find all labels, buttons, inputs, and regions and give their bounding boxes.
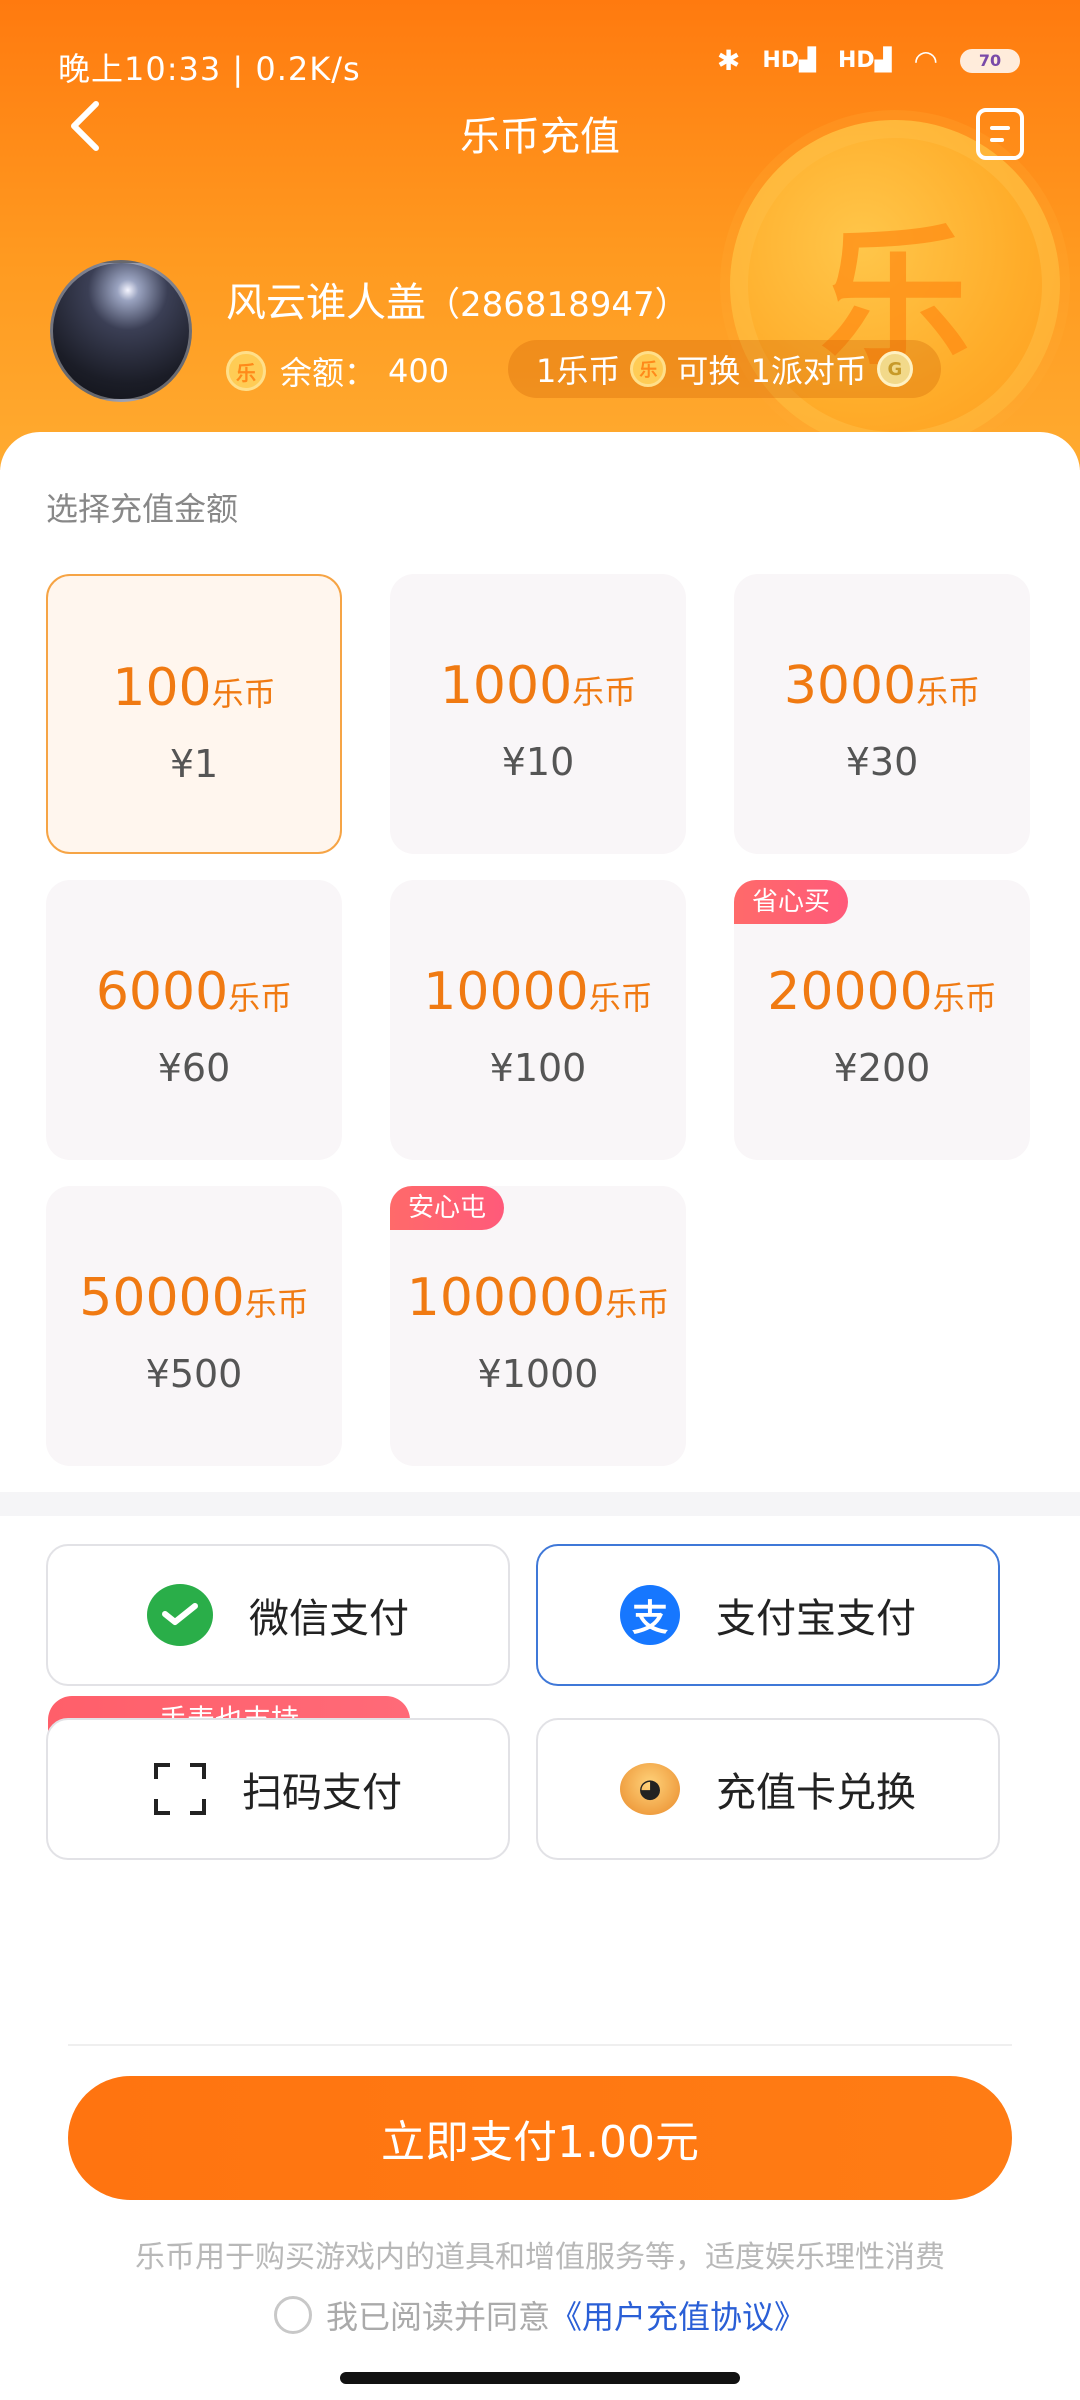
agree-checkbox[interactable] xyxy=(273,2296,312,2334)
exchange-rate-pill: 1乐币 乐 可换 1派对币 G xyxy=(508,340,941,398)
agreement-row: 我已阅读并同意 《用户充值协议》 xyxy=(0,2292,1080,2338)
balance-value: 400 xyxy=(388,352,450,390)
pay-now-button[interactable]: 立即支付1.00元 xyxy=(68,2076,1012,2200)
rate-text-2: 可换 1派对币 xyxy=(676,352,867,390)
bluetooth-icon: ✱ xyxy=(716,44,741,77)
amount-coins: 1000乐币 xyxy=(439,656,637,716)
coin-decoration-icon: 乐 xyxy=(730,120,1060,450)
amount-price: ¥200 xyxy=(833,1046,931,1090)
user-id: （286818947） xyxy=(426,285,689,325)
consumption-notice: 乐币用于购买游戏内的道具和增值服务等，适度娱乐理性消费 xyxy=(135,2240,945,2275)
wechat-pay-button[interactable]: 微信支付 xyxy=(46,1544,510,1686)
amount-option-6000[interactable]: 6000乐币 ¥60 xyxy=(46,880,342,1160)
amount-price: ¥500 xyxy=(145,1352,243,1396)
amount-coins: 100乐币 xyxy=(112,658,276,718)
promo-tag: 省心买 xyxy=(734,880,849,924)
user-name: 风云谁人盖（286818947） xyxy=(226,270,689,328)
amount-coins: 3000乐币 xyxy=(783,656,981,716)
amount-option-1000[interactable]: 1000乐币 ¥10 xyxy=(390,574,686,854)
balance-label: 余额： xyxy=(280,354,377,392)
section-title: 选择充值金额 xyxy=(46,490,239,528)
amount-option-50000[interactable]: 50000乐币 ¥500 xyxy=(46,1186,342,1466)
amount-option-100000[interactable]: 安心屯 100000乐币 ¥1000 xyxy=(390,1186,686,1466)
home-indicator[interactable] xyxy=(340,2372,740,2384)
scan-icon xyxy=(154,1763,206,1815)
amount-option-3000[interactable]: 3000乐币 ¥30 xyxy=(734,574,1030,854)
agree-prefix: 我已阅读并同意 xyxy=(325,2298,550,2336)
amount-coins: 10000乐币 xyxy=(423,962,653,1022)
pay-method-label: 充值卡兑换 xyxy=(716,1770,916,1816)
header: 乐 晚上10:33 | 0.2K/s ✱ HD▟ HD▟ ◠ 70 乐币充值 风… xyxy=(0,0,1080,470)
rate-text-1: 1乐币 xyxy=(536,352,621,390)
avatar[interactable] xyxy=(50,260,192,402)
signal-icon-1: HD▟ xyxy=(762,48,816,73)
status-time: 晚上10:33 | 0.2K/s xyxy=(58,50,361,88)
amount-option-10000[interactable]: 10000乐币 ¥100 xyxy=(390,880,686,1160)
amount-coins: 20000乐币 xyxy=(767,962,997,1022)
amount-coins: 100000乐币 xyxy=(406,1268,670,1328)
amount-option-20000[interactable]: 省心买 20000乐币 ¥200 xyxy=(734,880,1030,1160)
amount-coins: 6000乐币 xyxy=(95,962,293,1022)
le-coin-icon: 乐 xyxy=(226,351,266,391)
amount-price: ¥30 xyxy=(845,740,919,784)
amount-price: ¥100 xyxy=(489,1046,587,1090)
amount-price: ¥1000 xyxy=(477,1352,599,1396)
pay-method-label: 扫码支付 xyxy=(242,1770,402,1816)
party-coin-icon: G xyxy=(876,351,913,387)
footer-divider xyxy=(68,2044,1012,2046)
le-coin-icon: 乐 xyxy=(630,351,667,387)
amount-price: ¥60 xyxy=(157,1046,231,1090)
promo-tag: 安心屯 xyxy=(390,1186,505,1230)
page-title: 乐币充值 xyxy=(460,114,620,160)
record-list-icon-line xyxy=(990,138,1004,142)
scan-pay-button[interactable]: 扫码支付 xyxy=(46,1718,510,1860)
pay-method-label: 支付宝支付 xyxy=(716,1596,916,1642)
record-list-icon xyxy=(990,126,1010,130)
user-agreement-link[interactable]: 《用户充值协议》 xyxy=(550,2292,806,2338)
amount-price: ¥10 xyxy=(501,740,575,784)
recharge-card-button[interactable]: ◕ 充值卡兑换 xyxy=(536,1718,1000,1860)
status-icons: ✱ HD▟ HD▟ ◠ 70 xyxy=(717,44,1020,77)
status-bar: 晚上10:33 | 0.2K/s ✱ HD▟ HD▟ ◠ 70 xyxy=(0,36,1080,96)
signal-icon-2: HD▟ xyxy=(837,48,892,73)
balance-row: 乐 余额： 400 xyxy=(226,348,449,394)
section-divider xyxy=(0,1492,1080,1516)
battery-icon: 70 xyxy=(960,48,1020,73)
recharge-card-icon: ◕ xyxy=(620,1763,680,1815)
amount-coins: 50000乐币 xyxy=(79,1268,309,1328)
pay-method-label: 微信支付 xyxy=(249,1596,409,1642)
amount-option-100[interactable]: 100乐币 ¥1 xyxy=(46,574,342,854)
record-list-button[interactable] xyxy=(976,108,1024,160)
wifi-icon: ◠ xyxy=(913,44,938,77)
alipay-button[interactable]: 支 支付宝支付 xyxy=(536,1544,1000,1686)
amount-price: ¥1 xyxy=(169,742,219,786)
wechat-pay-icon xyxy=(147,1584,213,1646)
user-name-text: 风云谁人盖 xyxy=(226,280,426,326)
alipay-icon: 支 xyxy=(620,1585,680,1645)
